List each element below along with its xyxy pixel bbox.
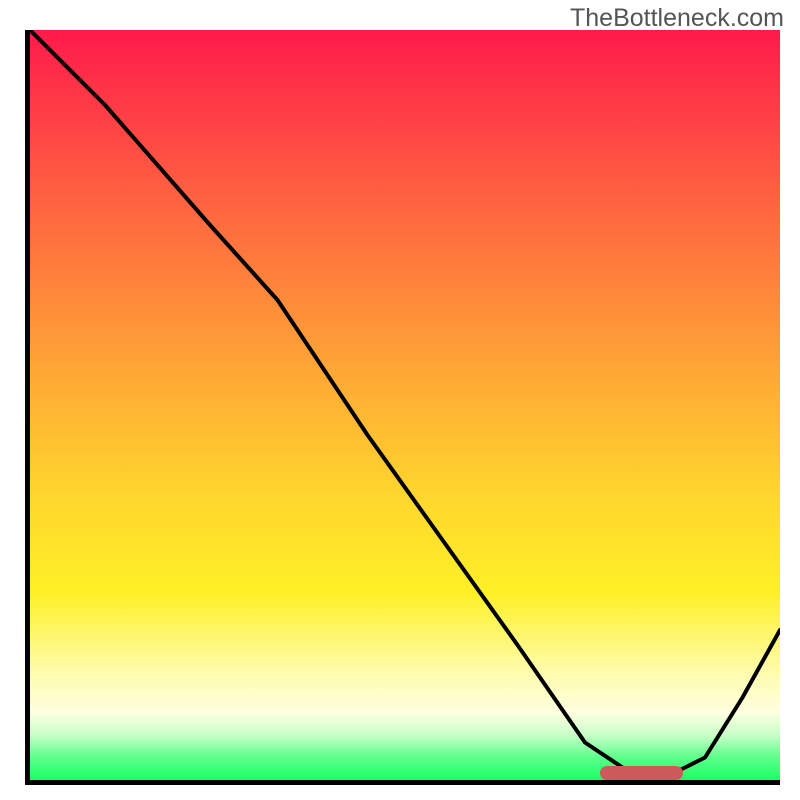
plot-area xyxy=(25,30,780,785)
bottleneck-curve xyxy=(30,30,780,773)
optimal-range-marker xyxy=(600,766,683,780)
curve-svg xyxy=(30,30,780,780)
watermark-text: TheBottleneck.com xyxy=(570,4,784,33)
chart-container: TheBottleneck.com xyxy=(0,0,800,800)
